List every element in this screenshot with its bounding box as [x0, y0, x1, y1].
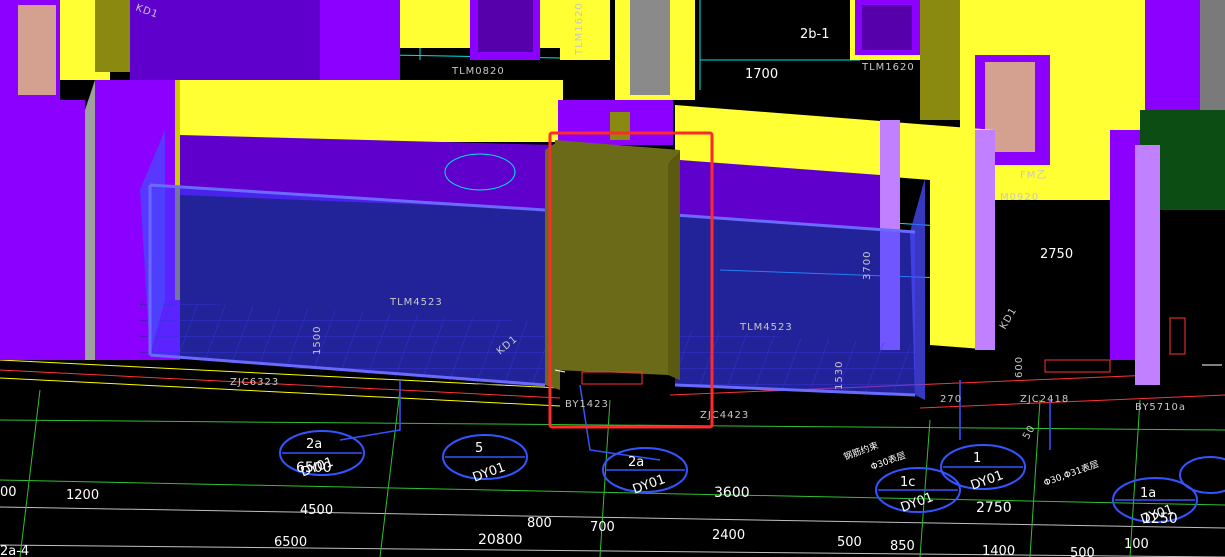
- tag-zjc4423: ZJC4423: [700, 410, 749, 421]
- dim-1700: 1700: [745, 67, 778, 82]
- svg-text:Φ30,Φ31表层: Φ30,Φ31表层: [1042, 458, 1101, 489]
- dim-1200: 1200: [66, 488, 99, 503]
- tag-50: 50: [1021, 423, 1038, 441]
- tag-zjc6323: ZJC6323: [230, 377, 279, 388]
- dim-6500-bottom: 6500: [274, 535, 307, 550]
- dim-1400: 1400: [982, 544, 1015, 557]
- tag-3700: 3700: [862, 251, 873, 280]
- dim-700: 700: [590, 520, 615, 535]
- dim-20800: 20800: [478, 532, 523, 548]
- structural-column: [545, 100, 680, 390]
- tag-by1423: BY1423: [565, 399, 609, 410]
- dim-1250: 1250: [1142, 511, 1178, 527]
- tag-tlm4523-b: TLM4523: [739, 322, 793, 333]
- dim-4500: 4500: [300, 503, 333, 518]
- tag-fm: FM乙: [1020, 169, 1047, 181]
- dim-100: 100: [1124, 537, 1149, 552]
- tag-tlm1620-vertical: TLM1620: [574, 2, 585, 56]
- tag-tlm4523-a: TLM4523: [389, 297, 443, 308]
- dim-2750-bottom: 2750: [976, 500, 1012, 516]
- dim-2400: 2400: [712, 528, 745, 543]
- tag-by5710a: BY5710a: [1135, 402, 1186, 413]
- svg-text:钢筋约束: 钢筋约束: [842, 439, 880, 463]
- svg-text:DY01: DY01: [471, 460, 508, 486]
- cad-3d-viewport[interactable]: TLM0820 TLM1620 TLM1620 TLM4523 TLM4523 …: [0, 0, 1225, 557]
- tag-m0920: M0920: [1000, 192, 1039, 203]
- svg-text:1: 1: [973, 451, 981, 466]
- detail-bubbles: [279, 430, 1225, 523]
- grid-tag-top: 2b-1: [800, 27, 830, 42]
- model-scene: TLM0820 TLM1620 TLM1620 TLM4523 TLM4523 …: [0, 0, 1225, 557]
- svg-text:2a: 2a: [628, 455, 644, 470]
- dim-800: 800: [527, 516, 552, 531]
- dim-850: 850: [890, 539, 915, 554]
- dim-6500-bubble: 6500: [296, 460, 332, 476]
- tag-600: 600: [1014, 356, 1025, 378]
- dim-2750-top: 2750: [1040, 247, 1073, 262]
- dim-500: 500: [837, 535, 862, 550]
- svg-text:5: 5: [475, 441, 483, 456]
- tag-tlm0820: TLM0820: [451, 66, 505, 77]
- svg-text:2a: 2a: [306, 437, 322, 452]
- tag-1500: 1500: [312, 326, 323, 355]
- tag-tlm1620: TLM1620: [861, 62, 915, 73]
- dim-00: 00: [0, 485, 17, 500]
- dim-500-b: 500: [1070, 546, 1095, 557]
- svg-text:1c: 1c: [900, 475, 915, 490]
- dim-3600: 3600: [714, 485, 750, 501]
- tag-zjc2418: ZJC2418: [1020, 394, 1069, 405]
- grid-tag-bottom: 2a-4: [0, 544, 29, 557]
- tag-1530: 1530: [834, 361, 845, 390]
- tag-270: 270: [940, 394, 962, 405]
- svg-text:1a: 1a: [1140, 486, 1156, 501]
